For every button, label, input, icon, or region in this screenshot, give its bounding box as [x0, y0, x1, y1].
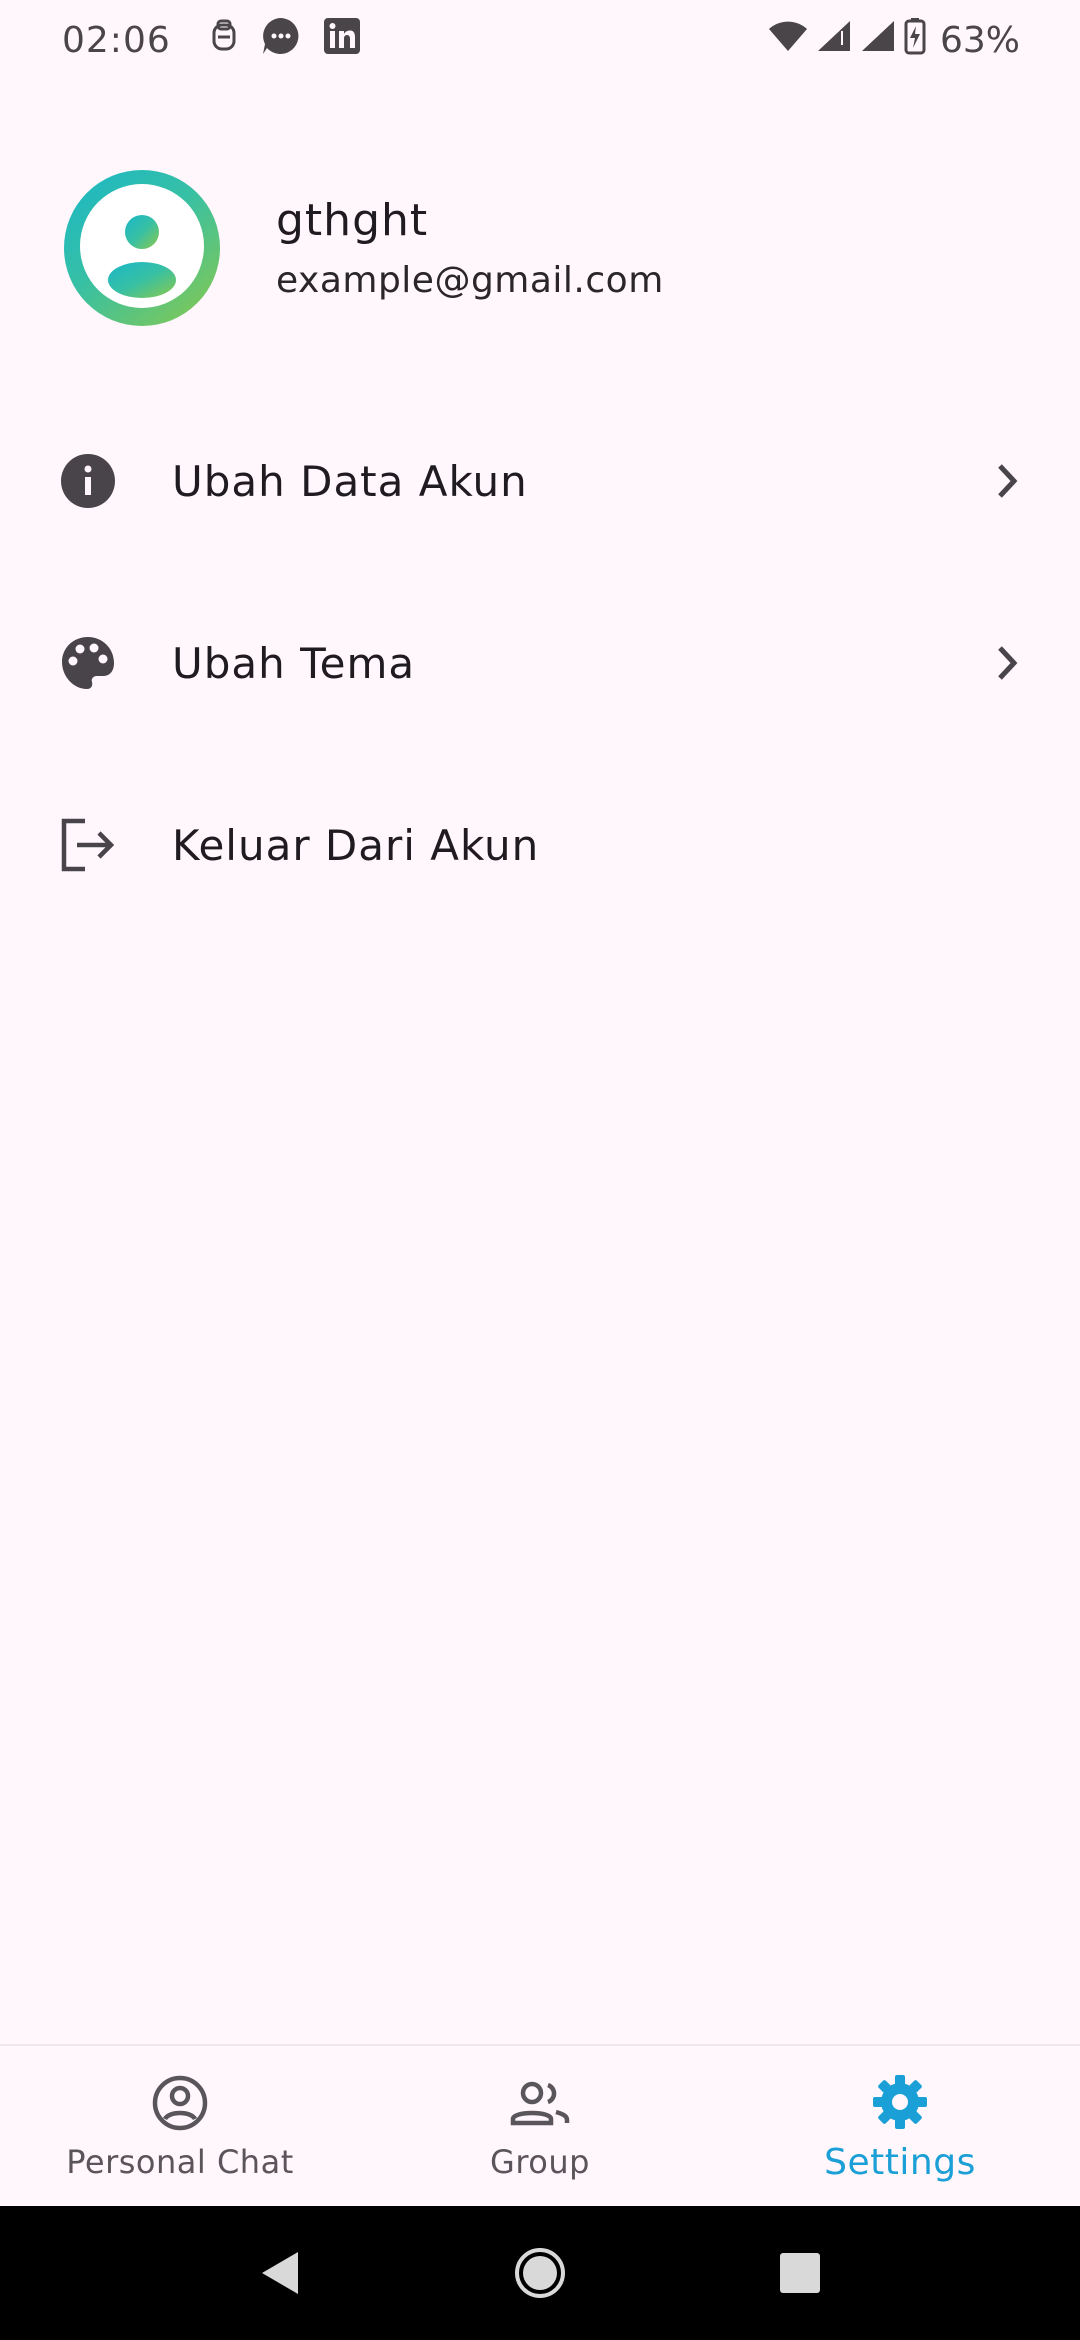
people-icon: [508, 2071, 572, 2135]
back-icon[interactable]: [250, 2243, 310, 2303]
profile-header: gthght example@gmail.com: [64, 170, 664, 326]
account-circle-outline-icon: [148, 2071, 212, 2135]
logout-icon: [56, 813, 120, 877]
system-navigation-bar: [0, 2206, 1080, 2340]
nav-label: Settings: [824, 2141, 976, 2183]
clipboard-icon: [209, 19, 239, 62]
menu-item-keluar-dari-akun[interactable]: Keluar Dari Akun: [0, 754, 1080, 936]
battery-charging-icon: [904, 17, 926, 64]
menu-item-ubah-tema[interactable]: Ubah Tema: [0, 572, 1080, 754]
avatar[interactable]: [64, 170, 220, 326]
chevron-right-icon: [984, 457, 1032, 505]
nav-label: Group: [490, 2143, 590, 2181]
system-status-icons: 63%: [768, 17, 1020, 64]
menu-item-label: Ubah Data Akun: [172, 456, 528, 506]
bottom-navigation: Personal Chat Group Settings: [0, 2044, 1080, 2206]
menu-item-label: Ubah Tema: [172, 638, 416, 688]
info-icon: [56, 449, 120, 513]
account-circle-icon: [80, 184, 204, 312]
signal-icon: [816, 19, 852, 62]
chevron-right-icon: [984, 639, 1032, 687]
nav-group[interactable]: Group: [360, 2046, 720, 2206]
chat-bubble-icon: [261, 16, 301, 65]
recents-icon[interactable]: [770, 2243, 830, 2303]
battery-percentage: 63%: [939, 19, 1020, 61]
menu-item-label: Keluar Dari Akun: [172, 820, 540, 870]
nav-label: Personal Chat: [66, 2143, 294, 2181]
menu-item-ubah-data-akun[interactable]: Ubah Data Akun: [0, 390, 1080, 572]
linkedin-icon: [323, 17, 361, 64]
settings-menu: Ubah Data Akun Ubah Tema Keluar Dari Aku…: [0, 390, 1080, 936]
nav-personal-chat[interactable]: Personal Chat: [0, 2046, 360, 2206]
profile-name: gthght: [276, 195, 429, 246]
profile-info: gthght example@gmail.com: [276, 195, 664, 301]
gear-icon: [868, 2070, 932, 2134]
signal-icon: [860, 19, 896, 62]
wifi-icon: [768, 19, 808, 62]
status-bar: 02:06 63%: [0, 0, 1080, 80]
profile-email: example@gmail.com: [276, 260, 664, 301]
nav-settings[interactable]: Settings: [720, 2046, 1080, 2206]
status-time: 02:06: [62, 19, 171, 61]
home-icon[interactable]: [510, 2243, 570, 2303]
notification-icons: [209, 16, 361, 65]
palette-icon: [56, 631, 120, 695]
